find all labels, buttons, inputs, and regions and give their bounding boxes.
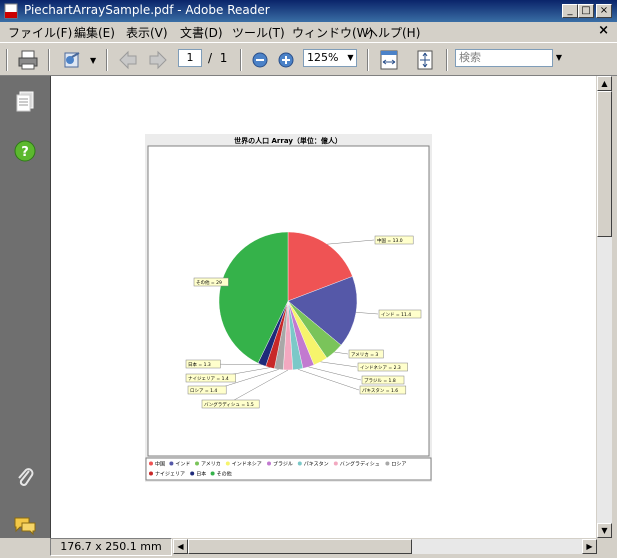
menu-file[interactable]: ファイル(F) <box>8 24 72 41</box>
slice-label-5: パキスタン = 1.6 <box>362 387 398 394</box>
window-title: PiechartArraySample.pdf - Adobe Reader <box>24 3 270 17</box>
help-icon[interactable]: ? <box>14 140 36 165</box>
menu-help[interactable]: ヘルプ(H) <box>366 24 420 41</box>
toolbar-separator <box>446 49 448 71</box>
toolbar-separator <box>240 49 242 71</box>
zoom-dropdown-icon[interactable]: ▼ <box>344 49 357 67</box>
legend-swatch-4 <box>267 461 271 466</box>
search-dropdown-icon[interactable]: ▼ <box>553 49 565 67</box>
legend-item-10: その他 <box>217 471 232 478</box>
pages-icon[interactable] <box>15 91 35 116</box>
menu-document[interactable]: 文書(D) <box>180 24 223 41</box>
legend-swatch-0 <box>149 461 153 466</box>
slice-label-10: その他 = 29 <box>196 279 222 286</box>
legend-item-5: パキスタン <box>304 461 329 468</box>
close-document-icon[interactable]: × <box>598 23 609 38</box>
menu-window[interactable]: ウィンドウ(W) <box>292 24 373 41</box>
horizontal-scroll-thumb[interactable] <box>188 539 412 554</box>
page-number-input[interactable]: 1 <box>178 49 202 67</box>
fit-page-icon[interactable] <box>413 48 437 72</box>
legend-swatch-1 <box>169 461 174 466</box>
legend-item-4: ブラジル <box>273 461 293 468</box>
attachments-icon[interactable] <box>15 465 35 492</box>
slice-label-0: 中国 = 13.0 <box>377 237 403 244</box>
slice-label-1: インド = 11.4 <box>381 312 411 318</box>
legend-item-7: ロシア <box>391 462 406 468</box>
toolbar-separator <box>106 49 108 71</box>
page-size-display: 176.7 x 250.1 mm <box>50 538 172 556</box>
legend-item-9: 日本 <box>196 471 206 478</box>
title-bar: PiechartArraySample.pdf - Adobe Reader _… <box>0 0 617 22</box>
menu-bar: ファイル(F) 編集(E) 表示(V) 文書(D) ツール(T) ウィンドウ(W… <box>0 22 617 41</box>
minimize-button[interactable]: _ <box>562 4 578 18</box>
legend-item-0: 中国 <box>155 461 165 468</box>
legend-swatch-7 <box>385 461 390 466</box>
menu-edit[interactable]: 編集(E) <box>74 24 115 41</box>
legend-swatch-6 <box>333 461 338 466</box>
slice-label-7: ロシア = 1.4 <box>190 388 217 394</box>
legend-item-2: アメリカ <box>201 462 221 468</box>
pie-chart: 世界の人口 Array（単位：億人） 中国 = 13.0 インド = 11.4 アメ… <box>145 134 432 482</box>
chart-title: 世界の人口 Array（単位：億人） <box>234 136 342 145</box>
slice-label-9: 日本 = 1.3 <box>188 361 211 368</box>
slice-label-6: バングラディシュ = 1.5 <box>204 401 254 408</box>
legend-item-6: バングラディシュ <box>340 461 380 468</box>
page-total: / 1 <box>208 51 228 65</box>
zoom-in-icon[interactable] <box>274 48 298 72</box>
pdf-file-icon <box>4 3 18 19</box>
menu-view[interactable]: 表示(V) <box>126 24 168 41</box>
slice-label-2: アメリカ = 3 <box>351 352 378 358</box>
comments-icon[interactable] <box>13 516 37 539</box>
vertical-scroll-thumb[interactable] <box>597 91 612 237</box>
toolbar-grip <box>6 49 8 71</box>
slice-label-4: ブラジル = 1.8 <box>364 377 396 384</box>
search-input[interactable]: 検索 <box>455 49 553 67</box>
next-page-icon[interactable] <box>146 48 170 72</box>
legend-swatch-5 <box>297 461 302 466</box>
fit-width-icon[interactable] <box>377 48 401 72</box>
slice-label-3: インドネシア = 2.3 <box>360 365 401 371</box>
menu-tools[interactable]: ツール(T) <box>232 24 285 41</box>
slice-label-8: ナイジェリア = 1.4 <box>188 376 229 382</box>
legend-item-1: インド <box>175 462 190 468</box>
maximize-button[interactable]: □ <box>578 4 594 18</box>
pie-slices <box>218 231 358 371</box>
previous-page-icon[interactable] <box>116 48 140 72</box>
toolbar-separator <box>367 49 369 71</box>
legend-swatch-2 <box>195 461 199 466</box>
print-icon[interactable] <box>16 48 40 72</box>
scroll-left-button[interactable]: ◀ <box>173 539 188 554</box>
legend-item-3: インドネシア <box>232 462 262 468</box>
close-button[interactable]: × <box>596 4 612 18</box>
legend-item-8: ナイジェリア <box>155 472 185 478</box>
legend-swatch-8 <box>149 471 153 476</box>
scroll-up-button[interactable]: ▲ <box>597 76 612 91</box>
scroll-down-button[interactable]: ▼ <box>597 523 612 538</box>
toolbar-separator <box>48 49 50 71</box>
navigation-panel: ? <box>0 76 50 542</box>
share-icon[interactable] <box>60 48 84 72</box>
zoom-out-icon[interactable] <box>248 48 272 72</box>
legend-swatch-9 <box>190 471 195 476</box>
scroll-right-button[interactable]: ▶ <box>582 539 597 554</box>
legend-swatch-10 <box>210 471 215 476</box>
svg-text:?: ? <box>21 145 29 160</box>
legend-swatch-3 <box>225 461 230 466</box>
share-dropdown-icon[interactable]: ▼ <box>90 56 96 65</box>
